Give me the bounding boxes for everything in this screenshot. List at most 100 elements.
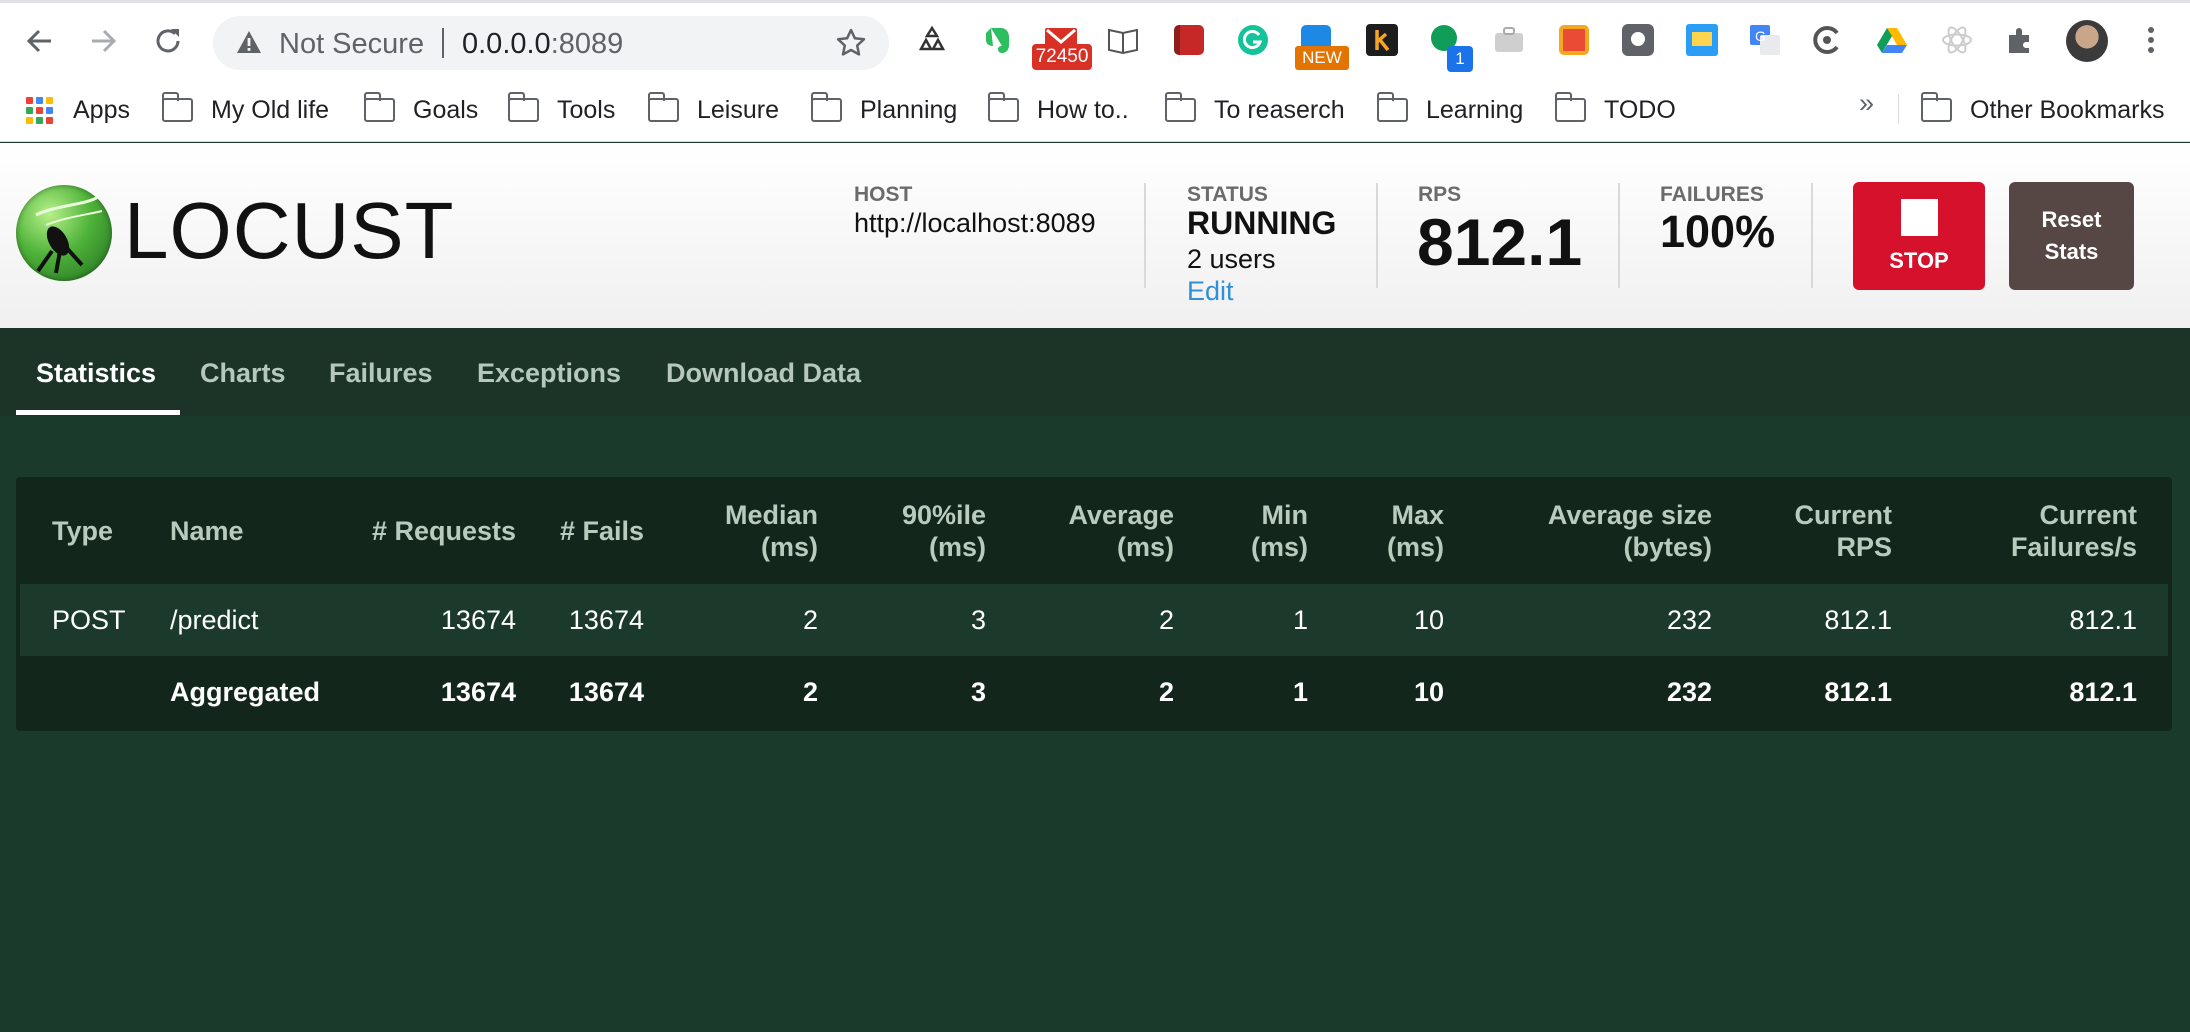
table-cell: 2 (1158, 677, 1174, 707)
bookmark-folder[interactable]: Tools (507, 90, 615, 130)
header-line: (ms) (1386, 532, 1444, 562)
reader-book-icon[interactable] (1106, 23, 1140, 57)
translate-icon[interactable]: G (1748, 23, 1782, 57)
folder-icon (1164, 92, 1196, 122)
bookmark-folder[interactable]: Goals (363, 90, 479, 130)
bookmark-label: TODO (1604, 95, 1676, 124)
tab-statistics[interactable]: Statistics (36, 358, 156, 389)
address-bar[interactable]: Not Secure 0.0.0.0:8089 (213, 16, 889, 70)
table-cell: 812.1 (2069, 605, 2137, 635)
folder-icon (363, 92, 395, 122)
stat-divider (1811, 183, 1813, 288)
evernote-icon[interactable] (981, 23, 1015, 57)
bookmark-folder[interactable]: Learning (1376, 90, 1524, 130)
host-label: HOST (854, 183, 913, 206)
tab-charts[interactable]: Charts (200, 358, 286, 389)
column-header[interactable]: Median (ms) (676, 499, 818, 563)
extensions-puzzle-icon[interactable] (2003, 23, 2037, 57)
statistics-table: Type Name # Requests # Fails Median (ms) … (16, 477, 2172, 731)
table-cell: 2 (802, 677, 818, 707)
column-header[interactable]: # Requests (346, 515, 516, 547)
failures-value: 100% (1660, 206, 1776, 257)
table-cell: 2 (1158, 605, 1174, 635)
bookmark-folder[interactable]: To reaserch (1164, 90, 1345, 130)
bookmarks-overflow-chevron[interactable]: » (1859, 88, 1874, 119)
rps-value: 812.1 (1417, 205, 1583, 279)
status-value: RUNNING (1187, 205, 1337, 241)
folder-icon (647, 92, 679, 122)
stat-divider (1618, 183, 1620, 288)
column-header[interactable]: # Fails (526, 515, 644, 547)
bookmark-apps[interactable]: Apps (26, 90, 130, 130)
bookmark-label: Leisure (697, 95, 779, 124)
header-line: (ms) (928, 532, 986, 562)
header-line: (ms) (1116, 532, 1174, 562)
locust-logo-text: LOCUST (124, 186, 455, 275)
bookmark-label: Goals (413, 95, 479, 124)
column-header[interactable]: Average (ms) (1016, 499, 1174, 563)
tab-download-data[interactable]: Download Data (666, 358, 861, 389)
bookmark-folder[interactable]: Leisure (647, 90, 779, 130)
grammarly-icon[interactable] (1236, 23, 1270, 57)
ghost-extension-icon[interactable] (1621, 23, 1655, 57)
table-cell: /predict (170, 605, 259, 635)
bookmark-folder[interactable]: TODO (1554, 90, 1676, 130)
reset-label-line2: Stats (2044, 239, 2099, 264)
bookmark-folder[interactable]: How to.. (987, 90, 1129, 130)
browser-toolbar: Not Secure 0.0.0.0:8089 72450 NEW 1 G (0, 0, 2190, 80)
tab-failures[interactable]: Failures (329, 358, 433, 389)
bookmark-label: Learning (1426, 95, 1524, 124)
table-cell: 812.1 (1824, 677, 1892, 707)
k-extension-icon[interactable] (1365, 23, 1399, 57)
column-header[interactable]: Current Failures/s (1916, 499, 2137, 563)
apps-grid-icon (26, 96, 53, 124)
profile-avatar[interactable] (2066, 20, 2108, 62)
forward-icon[interactable] (83, 21, 123, 61)
header-line: (ms) (1250, 532, 1308, 562)
briefcase-icon[interactable] (1492, 23, 1526, 57)
url-port: :8089 (550, 28, 624, 60)
header-line: Failures/s (2010, 532, 2137, 562)
header-line: Median (724, 500, 818, 530)
stop-button[interactable]: STOP (1853, 182, 1985, 290)
bookmark-folder[interactable]: Planning (810, 90, 957, 130)
table-cell: 812.1 (1824, 605, 1892, 635)
edit-users-link[interactable]: Edit (1187, 276, 1234, 307)
recycle-extension-icon[interactable] (915, 23, 949, 57)
react-devtools-icon[interactable] (1940, 23, 1974, 57)
folder-icon (987, 92, 1019, 122)
column-header[interactable]: Average size (bytes) (1486, 499, 1712, 563)
table-cell: 3 (970, 605, 986, 635)
column-header[interactable]: Type (52, 515, 113, 547)
column-header[interactable]: Current RPS (1736, 499, 1892, 563)
table-cell: POST (52, 605, 126, 635)
folder-icon (507, 92, 539, 122)
back-icon[interactable] (20, 21, 60, 61)
bookmark-folder[interactable]: My Old life (161, 90, 329, 130)
column-header[interactable]: Min (ms) (1216, 499, 1308, 563)
google-drive-icon[interactable] (1875, 23, 1909, 57)
header-line: Average size (1547, 500, 1712, 530)
folder-icon (1554, 92, 1586, 122)
folder-icon (1376, 92, 1408, 122)
header-line: Current (2039, 500, 2137, 530)
screenshot-extension-icon[interactable] (1685, 23, 1719, 57)
pdf-extension-icon[interactable] (1557, 23, 1591, 57)
folder-icon (810, 92, 842, 122)
bookmark-star-icon[interactable] (835, 27, 867, 64)
other-bookmarks[interactable]: Other Bookmarks (1920, 90, 2165, 130)
loader-extension-icon[interactable] (1810, 23, 1844, 57)
column-header[interactable]: Name (170, 515, 244, 547)
reload-icon[interactable] (148, 21, 188, 61)
omnibox-divider (442, 28, 444, 58)
reset-stats-button[interactable]: Reset Stats (2009, 182, 2134, 290)
red-book-icon[interactable] (1172, 23, 1206, 57)
url-text: 0.0.0.0:8089 (462, 28, 623, 61)
security-label: Not Secure (279, 28, 425, 60)
column-header[interactable]: 90%ile (ms) (846, 499, 986, 563)
bookmark-label: Apps (73, 95, 130, 124)
table-cell: 13674 (568, 605, 644, 635)
column-header[interactable]: Max (ms) (1346, 499, 1444, 563)
chrome-menu-icon[interactable] (2134, 23, 2168, 57)
tab-exceptions[interactable]: Exceptions (477, 358, 621, 389)
